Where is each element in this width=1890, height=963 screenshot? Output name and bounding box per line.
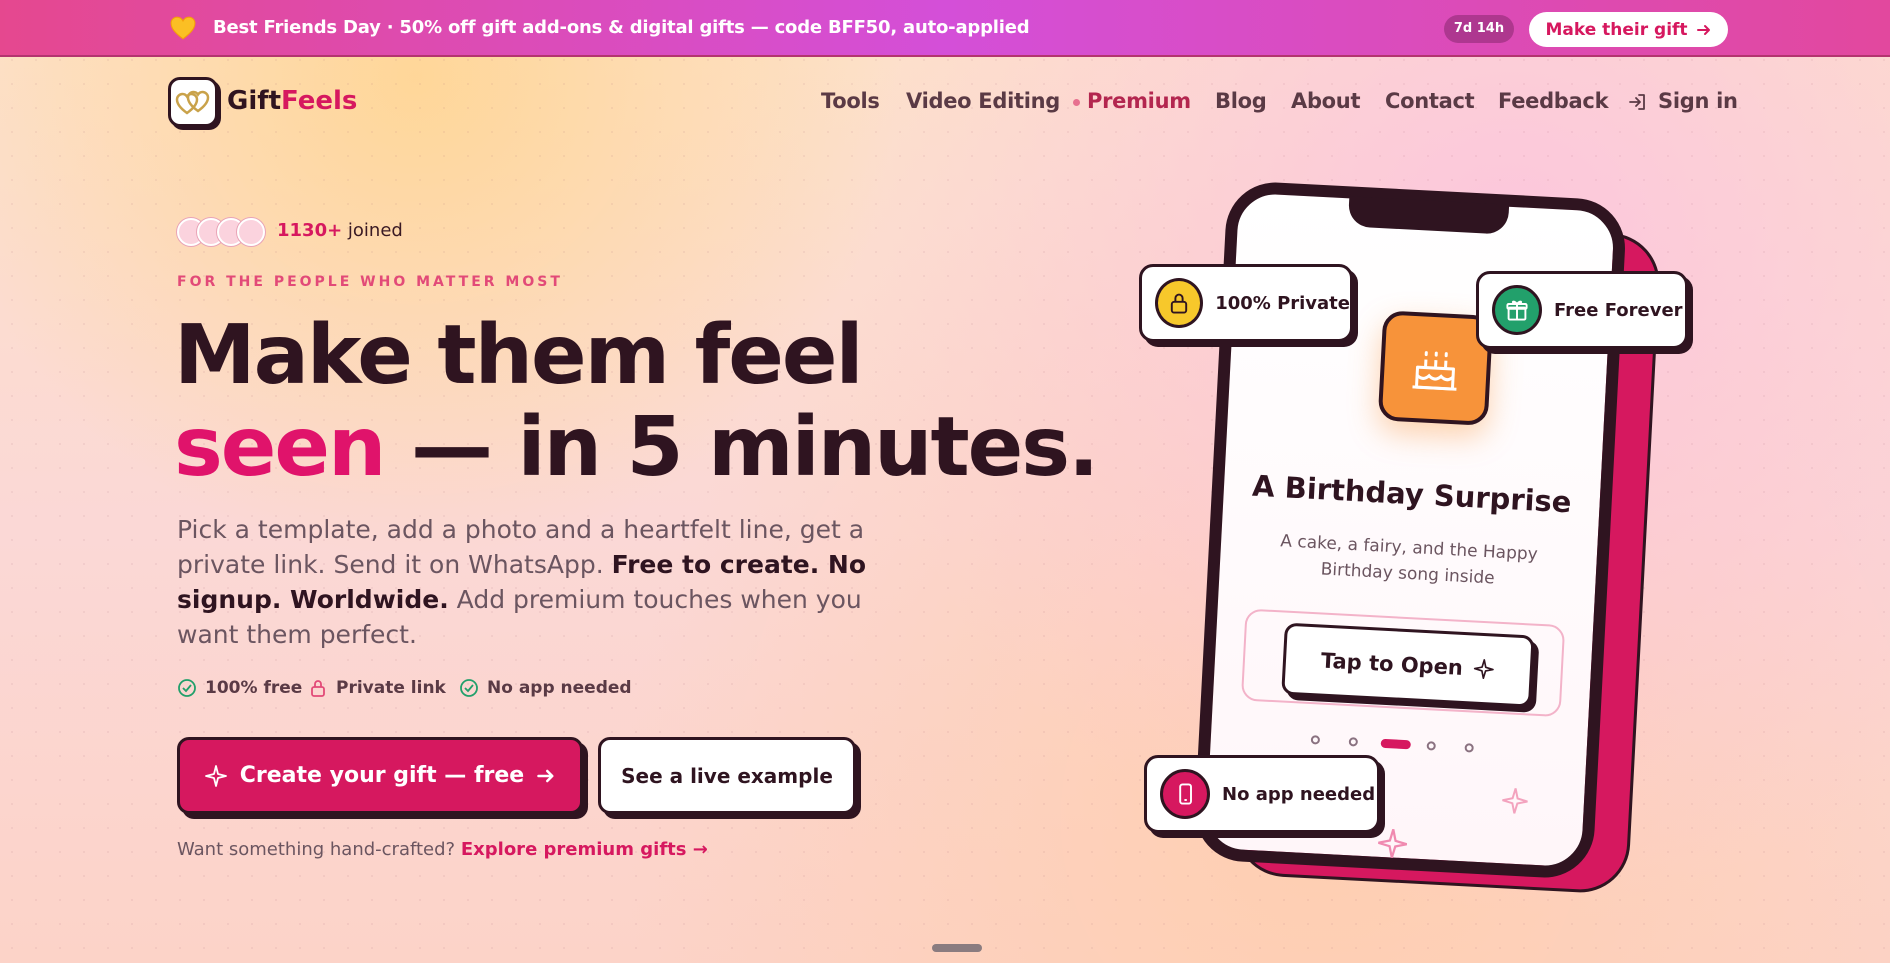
tap-label: Tap to Open: [1320, 648, 1464, 680]
promo-bar: Best Friends Day · 50% off gift add-ons …: [0, 0, 1890, 57]
nav-tools[interactable]: Tools: [821, 89, 880, 113]
brand-name-part2: Feels: [281, 86, 358, 116]
headline-line2: seen — in 5 minutes.: [174, 400, 1099, 495]
joined-number: 1130+: [277, 220, 343, 241]
live-example-button[interactable]: See a live example: [598, 737, 856, 814]
tick-label: 100% free: [205, 678, 303, 698]
lock-icon: [1155, 278, 1204, 328]
free-forever-badge: Free Forever: [1476, 271, 1688, 349]
avatar-stack: [177, 218, 269, 246]
sparkle-icon: [204, 764, 227, 787]
tick-label: No app needed: [487, 678, 632, 698]
check-circle-icon: [460, 679, 478, 697]
private-badge-label: 100% Private: [1215, 292, 1350, 314]
sparkle-icon: [1473, 659, 1494, 680]
nav-video-editing[interactable]: Video Editing: [906, 89, 1060, 113]
tick-label: Private link: [336, 678, 446, 698]
birthday-cake-icon: [1412, 351, 1457, 391]
handcrafted-line: Want something hand-crafted? Explore pre…: [177, 839, 708, 860]
promo-cta-label: Make their gift: [1545, 19, 1688, 40]
carousel-dot[interactable]: [1464, 743, 1474, 753]
joined-count: 1130+ joined: [277, 220, 403, 241]
handcrafted-text: Want something hand-crafted?: [177, 839, 456, 860]
eyebrow: FOR THE PEOPLE WHO MATTER MOST: [177, 274, 563, 290]
lock-icon: [311, 680, 325, 697]
no-app-badge: No app needed: [1144, 755, 1380, 833]
tick-no-app: No app needed: [459, 678, 632, 698]
scroll-indicator[interactable]: [932, 944, 982, 952]
logo[interactable]: [168, 77, 218, 127]
promo-countdown-badge: 7d 14h: [1444, 15, 1514, 43]
carousel-dot-active[interactable]: [1380, 738, 1411, 750]
check-circle-icon: [178, 679, 196, 697]
carousel-dots: [1310, 733, 1501, 755]
promo-text: Best Friends Day · 50% off gift add-ons …: [213, 17, 1030, 38]
card-subtitle: A cake, a fairy, and the Happy Birthday …: [1279, 531, 1539, 589]
tick-free: 100% free: [177, 678, 302, 698]
premium-dot-icon: [1073, 99, 1080, 106]
carousel-dot[interactable]: [1348, 737, 1359, 747]
hearts-logo-icon: [175, 90, 210, 115]
nav-about[interactable]: About: [1291, 89, 1361, 113]
brand-name-part1: Gift: [227, 86, 281, 116]
free-forever-label: Free Forever: [1554, 299, 1683, 321]
create-gift-button[interactable]: Create your gift — free: [177, 737, 583, 814]
create-gift-label: Create your gift — free: [239, 763, 525, 788]
no-app-label: No app needed: [1222, 783, 1376, 805]
headline-rest: — in 5 minutes.: [384, 400, 1099, 495]
make-their-gift-button[interactable]: Make their gift: [1529, 12, 1728, 47]
avatar: [237, 218, 265, 246]
tap-area: Tap to Open: [1240, 608, 1566, 718]
nav-premium[interactable]: Premium: [1087, 89, 1191, 113]
nav-feedback[interactable]: Feedback: [1498, 89, 1609, 113]
heart-icon: [170, 16, 196, 40]
arrow-right-icon: [537, 769, 554, 782]
private-badge: 100% Private: [1139, 264, 1353, 342]
carousel-dot[interactable]: [1310, 735, 1321, 745]
nav-sign-in[interactable]: Sign in: [1658, 89, 1738, 113]
smartphone-icon: [1160, 769, 1210, 819]
headline-highlight: seen: [174, 400, 386, 495]
tap-to-open-button[interactable]: Tap to Open: [1281, 622, 1535, 708]
tick-private: Private link: [308, 678, 446, 698]
arrow-right-icon: [1696, 24, 1710, 35]
hero-description: Pick a template, add a photo and a heart…: [177, 512, 897, 652]
joined-label: joined: [347, 220, 403, 241]
premium-gifts-link[interactable]: Explore premium gifts →: [461, 839, 708, 860]
sparkle-decoration-icon: [1502, 788, 1528, 814]
carousel-dot[interactable]: [1426, 741, 1436, 751]
card-title: A Birthday Surprise: [1251, 468, 1573, 520]
sparkle-decoration-icon: [1378, 829, 1408, 858]
gift-icon: [1492, 285, 1542, 335]
headline-line1: Make them feel: [174, 308, 864, 403]
hero-headline: Make them feel seen — in 5 minutes.: [174, 308, 1099, 495]
brand-name[interactable]: GiftFeels: [227, 86, 357, 116]
phone-notch: [1347, 196, 1510, 235]
nav-contact[interactable]: Contact: [1385, 89, 1475, 113]
sign-in-icon[interactable]: [1628, 92, 1648, 112]
nav-blog[interactable]: Blog: [1215, 89, 1267, 113]
